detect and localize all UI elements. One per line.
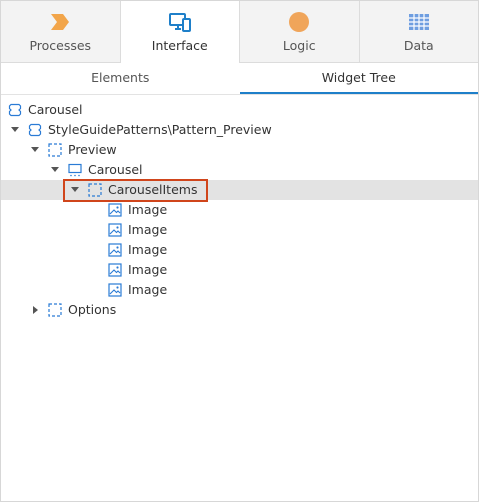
image-icon [108, 263, 122, 277]
tab-widget-tree[interactable]: Widget Tree [239, 63, 478, 94]
tab-processes-label: Processes [29, 38, 92, 53]
image-icon [108, 203, 122, 217]
image-icon [108, 283, 122, 297]
tree-node-carousel-root[interactable]: Carousel [1, 100, 478, 120]
tab-data[interactable]: Data [360, 1, 479, 62]
tree-node-carousel[interactable]: Carousel [1, 160, 478, 180]
tab-data-label: Data [403, 38, 434, 53]
block-icon [28, 123, 42, 137]
tree-node-options[interactable]: Options [1, 300, 478, 320]
tab-logic-label: Logic [282, 38, 316, 53]
tree-node-label: Preview [68, 142, 117, 157]
tree-node-label: Options [68, 302, 117, 317]
web-block-icon [68, 163, 82, 177]
expand-caret-icon[interactable] [11, 127, 19, 132]
main-tabs: Processes Interface Logic Data [1, 1, 478, 63]
placeholder-icon [88, 183, 102, 197]
tree-node-image[interactable]: Image [1, 240, 478, 260]
data-grid-icon [408, 12, 430, 32]
expand-caret-icon[interactable] [71, 187, 79, 192]
tree-node-label: Image [128, 282, 168, 297]
tree-node-label: CarouselItems [108, 182, 198, 197]
tab-elements[interactable]: Elements [1, 63, 240, 94]
widget-tree-panel: Processes Interface Logic Data Elements … [0, 0, 479, 502]
placeholder-icon [48, 143, 62, 157]
tree-node-label: Carousel [28, 102, 83, 117]
interface-devices-icon [168, 12, 191, 32]
tree-node-pattern-preview[interactable]: StyleGuidePatterns\Pattern_Preview [1, 120, 478, 140]
tree-node-label: Image [128, 262, 168, 277]
tab-interface-label: Interface [151, 38, 208, 53]
tab-logic[interactable]: Logic [240, 1, 360, 62]
collapse-caret-icon[interactable] [33, 306, 38, 314]
expand-caret-icon[interactable] [51, 167, 59, 172]
tree-node-image[interactable]: Image [1, 200, 478, 220]
tab-interface[interactable]: Interface [120, 1, 240, 63]
tree-node-image[interactable]: Image [1, 280, 478, 300]
placeholder-icon [48, 303, 62, 317]
tree-node-label: Carousel [88, 162, 143, 177]
sub-tabs: Elements Widget Tree [1, 63, 478, 95]
tree-node-image[interactable]: Image [1, 220, 478, 240]
tree-node-image[interactable]: Image [1, 260, 478, 280]
tree-node-label: Image [128, 202, 168, 217]
image-icon [108, 223, 122, 237]
logic-circle-icon [288, 12, 310, 32]
tree-node-label: StyleGuidePatterns\Pattern_Preview [48, 122, 272, 137]
tree-node-carousel-items[interactable]: CarouselItems [1, 180, 478, 200]
tab-processes[interactable]: Processes [1, 1, 121, 62]
block-icon [8, 103, 22, 117]
expand-caret-icon[interactable] [31, 147, 39, 152]
processes-chevron-icon [49, 12, 71, 32]
tree-node-label: Image [128, 222, 168, 237]
tree-node-label: Image [128, 242, 168, 257]
image-icon [108, 243, 122, 257]
tree-node-preview[interactable]: Preview [1, 140, 478, 160]
